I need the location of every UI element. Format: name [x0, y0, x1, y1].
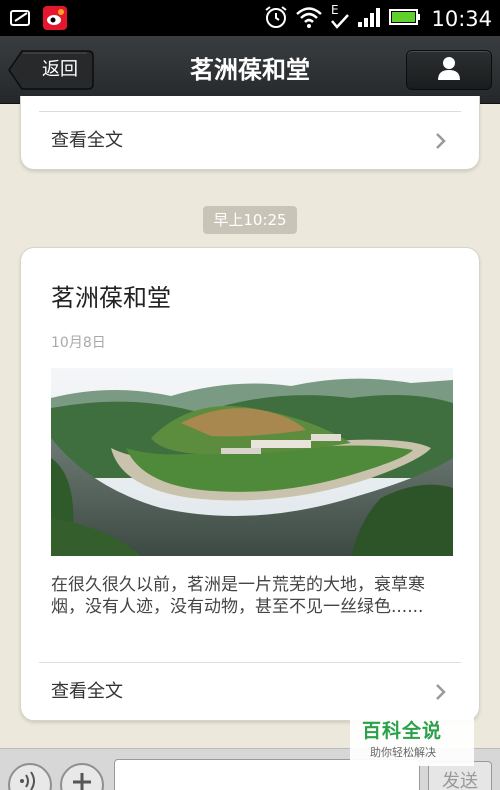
article-title: 茗洲葆和堂 [51, 284, 171, 312]
chevron-right-icon [435, 683, 447, 705]
article-card[interactable]: 茗洲葆和堂 10月8日 在很久很久以前，茗洲是一片荒芜的大地，衰草寒烟，没有人迹… [20, 247, 480, 721]
watermark-title: 百科全说 [362, 720, 443, 742]
river-bend-village-image [51, 368, 453, 556]
watermark-logo: 百科全说 助你轻松解决 [350, 712, 474, 766]
weibo-icon [42, 5, 68, 31]
article-summary: 在很久很久以前，茗洲是一片荒芜的大地，衰草寒烟，没有人迹，没有动物，甚至不见一丝… [51, 575, 425, 617]
battery-icon [389, 7, 421, 31]
status-bar: E 10:34 [0, 0, 500, 36]
alarm-icon [263, 4, 289, 34]
back-button[interactable]: 返回 [8, 50, 94, 90]
message-timestamp: 早上10:25 [203, 206, 297, 234]
page-title: 茗洲葆和堂 [190, 56, 310, 84]
clock-time: 10:34 [431, 7, 492, 31]
person-icon [436, 55, 462, 85]
watermark-subtitle: 助你轻松解决 [370, 746, 436, 759]
back-label: 返回 [42, 59, 78, 80]
profile-button[interactable] [406, 50, 492, 90]
chevron-right-icon [435, 132, 447, 154]
voice-button[interactable] [8, 763, 52, 790]
previous-message-card: 查看全文 [20, 96, 480, 170]
voice-icon [18, 771, 42, 790]
article-date: 10月8日 [51, 335, 106, 351]
screenshot-icon [8, 5, 34, 31]
wifi-icon [295, 5, 323, 33]
add-button[interactable] [60, 763, 104, 790]
cell-signal-icon [357, 6, 383, 32]
plus-icon [71, 771, 93, 790]
article-cover-image[interactable] [51, 368, 453, 556]
read-more-label: 查看全文 [51, 681, 123, 702]
title-bar: 返回 茗洲葆和堂 [0, 36, 500, 104]
svg-text:E: E [331, 3, 339, 17]
read-more-row[interactable]: 查看全文 [39, 111, 461, 169]
read-more-label: 查看全文 [51, 130, 123, 151]
edge-signal-icon: E [329, 3, 351, 35]
